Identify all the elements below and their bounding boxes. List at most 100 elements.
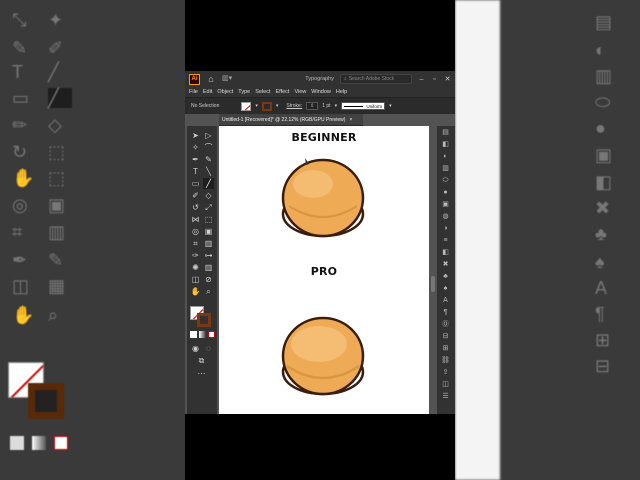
color-mode-icon[interactable] [190, 331, 197, 338]
artboard-tool-icon[interactable]: ◫ [190, 274, 201, 285]
opentype-panel-icon[interactable]: Ⓞ [440, 320, 451, 330]
appearance-panel-icon[interactable]: ◍ [440, 212, 451, 222]
club-symbol-icon[interactable]: ♣ [440, 272, 451, 282]
rectangle-tool-icon[interactable]: ▭ [190, 178, 201, 189]
zoom-tool-icon[interactable]: ⌕ [203, 286, 214, 297]
close-tab-icon[interactable]: × [349, 117, 352, 123]
shape-builder-tool-icon[interactable]: ◎ [190, 226, 201, 237]
stroke-weight-stepper[interactable]: ⇕ [306, 102, 319, 110]
scrollbar-thumb[interactable] [431, 276, 435, 292]
draw-behind-icon[interactable]: ◌ [203, 343, 214, 354]
symbol-sprayer-tool-icon[interactable]: ✺ [190, 262, 201, 273]
libraries-panel-icon[interactable]: ☰ [440, 392, 451, 402]
swatches-panel-icon[interactable]: ▥ [440, 164, 451, 174]
menu-effect[interactable]: Effect [276, 89, 290, 95]
stroke-swatch[interactable] [261, 101, 272, 111]
menu-edit[interactable]: Edit [203, 89, 212, 95]
lasso-tool-icon[interactable]: ⌒ [203, 142, 214, 153]
paintbrush-tool-icon[interactable]: ╱ [203, 178, 214, 189]
stroke-color-swatch[interactable] [197, 313, 211, 327]
character-panel-icon[interactable]: A [440, 296, 451, 306]
spade-symbol-icon[interactable]: ♠ [440, 284, 451, 294]
eyedropper-tool-icon[interactable]: ✑ [190, 250, 201, 261]
draw-normal-icon[interactable]: ◉ [190, 343, 201, 354]
links-panel-icon[interactable]: ⛓ [440, 356, 451, 366]
beginner-heading[interactable]: BEGINNER [219, 131, 429, 144]
layers-panel-icon[interactable]: ◧ [440, 140, 451, 150]
search-stock-input[interactable]: ⌕ Search Adobe Stock [340, 74, 412, 84]
home-icon[interactable]: ⌂ [206, 74, 216, 84]
menu-select[interactable]: Select [255, 89, 270, 95]
curvature-tool-icon[interactable]: ✎ [203, 154, 214, 165]
menu-type[interactable]: Type [238, 89, 250, 95]
document-tab[interactable]: Untitled-1 [Recovered]* @ 22.12% (RGB/GP… [219, 114, 363, 126]
rotate-tool-icon[interactable]: ↺ [190, 202, 201, 213]
artboards-panel-icon[interactable]: ◫ [440, 380, 451, 390]
color-panel-icon[interactable]: ◐ [440, 152, 451, 162]
menu-view[interactable]: View [294, 89, 306, 95]
chevron-down-icon[interactable]: ▾ [389, 103, 392, 109]
artboard[interactable]: BEGINNER PRO [219, 126, 429, 414]
fill-swatch-none[interactable] [241, 101, 252, 111]
type-tool-icon[interactable]: T [190, 166, 201, 177]
stroke-panel-icon[interactable]: ≡ [440, 236, 451, 246]
graphic-styles-panel-icon[interactable]: ▣ [440, 200, 451, 210]
align-panel-icon[interactable]: ⊟ [440, 332, 451, 342]
search-icon: ⌕ [344, 76, 347, 82]
screen-mode-icon[interactable]: ⧉ [196, 355, 207, 366]
width-tool-icon[interactable]: ⋈ [190, 214, 201, 225]
column-graph-tool-icon[interactable]: ▥ [203, 262, 214, 273]
pen-tool-icon[interactable]: ✒ [190, 154, 201, 165]
scale-tool-icon[interactable]: ⤢ [203, 202, 214, 213]
hand-tool-icon[interactable]: ✋ [190, 286, 201, 297]
blend-tool-icon[interactable]: ⊶ [203, 250, 214, 261]
transform-panel-icon[interactable]: ⊞ [440, 344, 451, 354]
workspace-switcher[interactable]: Typography [305, 76, 334, 82]
properties-panel-icon[interactable]: ▤ [440, 128, 451, 138]
transparency-panel-icon[interactable]: ◑ [440, 224, 451, 234]
brushes-panel-icon[interactable]: ⬭ [440, 176, 451, 186]
menu-file[interactable]: File [189, 89, 198, 95]
pro-heading[interactable]: PRO [219, 265, 429, 278]
vertical-scrollbar[interactable] [429, 126, 437, 414]
document-tab-title[interactable]: Untitled-1 [Recovered]* @ 22.12% (RGB/GP… [222, 117, 345, 123]
stroke-label[interactable]: Stroke: [286, 103, 302, 109]
chevron-down-icon[interactable]: ▾ [276, 103, 279, 109]
more-tools-icon[interactable]: ⋯ [196, 368, 207, 379]
paragraph-panel-icon[interactable]: ¶ [440, 308, 451, 318]
magic-wand-tool-icon[interactable]: ✧ [190, 142, 201, 153]
stroke-profile-dropdown[interactable]: Uniform [341, 102, 386, 110]
minimize-button[interactable]: – [418, 76, 425, 83]
gradient-mode-icon[interactable] [199, 331, 206, 338]
perspective-grid-tool-icon[interactable]: ▣ [203, 226, 214, 237]
arrange-documents-icon[interactable]: ▥▾ [222, 75, 236, 83]
stroke-weight-value[interactable]: 1 pt [322, 103, 330, 109]
gradient-panel-icon[interactable]: ◧ [440, 248, 451, 258]
asset-export-panel-icon[interactable]: ⇪ [440, 368, 451, 378]
menu-window[interactable]: Window [311, 89, 331, 95]
line-tool-icon[interactable]: ╲ [203, 166, 214, 177]
pro-macaron[interactable] [279, 314, 367, 398]
mesh-tool-icon[interactable]: ⌗ [190, 238, 201, 249]
beginner-macaron[interactable] [279, 156, 367, 240]
none-mode-icon[interactable] [208, 331, 215, 338]
chevron-down-icon[interactable]: ▾ [335, 103, 338, 109]
search-placeholder: Search Adobe Stock [348, 76, 395, 82]
maximize-button[interactable]: ▫ [431, 76, 438, 83]
pathfinder-panel-icon[interactable]: ✖ [440, 260, 451, 270]
gradient-tool-icon[interactable]: ▥ [203, 238, 214, 249]
eraser-tool-icon[interactable]: ◇ [203, 190, 214, 201]
direct-selection-tool-icon[interactable]: ▷ [203, 130, 214, 141]
bg-icon: ♣ [595, 224, 607, 244]
chevron-down-icon[interactable]: ▾ [255, 103, 258, 109]
bg-icon: ⤡ [12, 10, 27, 30]
shaper-tool-icon[interactable]: ✐ [190, 190, 201, 201]
menu-help[interactable]: Help [336, 89, 347, 95]
symbols-panel-icon[interactable]: ● [440, 188, 451, 198]
selection-tool-icon[interactable]: ➤ [190, 130, 201, 141]
free-transform-tool-icon[interactable]: ⬚ [203, 214, 214, 225]
bg-icon: ✎ [48, 250, 64, 270]
close-button[interactable]: ✕ [444, 75, 451, 83]
menu-object[interactable]: Object [217, 89, 233, 95]
slice-tool-icon[interactable]: ⊘ [203, 274, 214, 285]
